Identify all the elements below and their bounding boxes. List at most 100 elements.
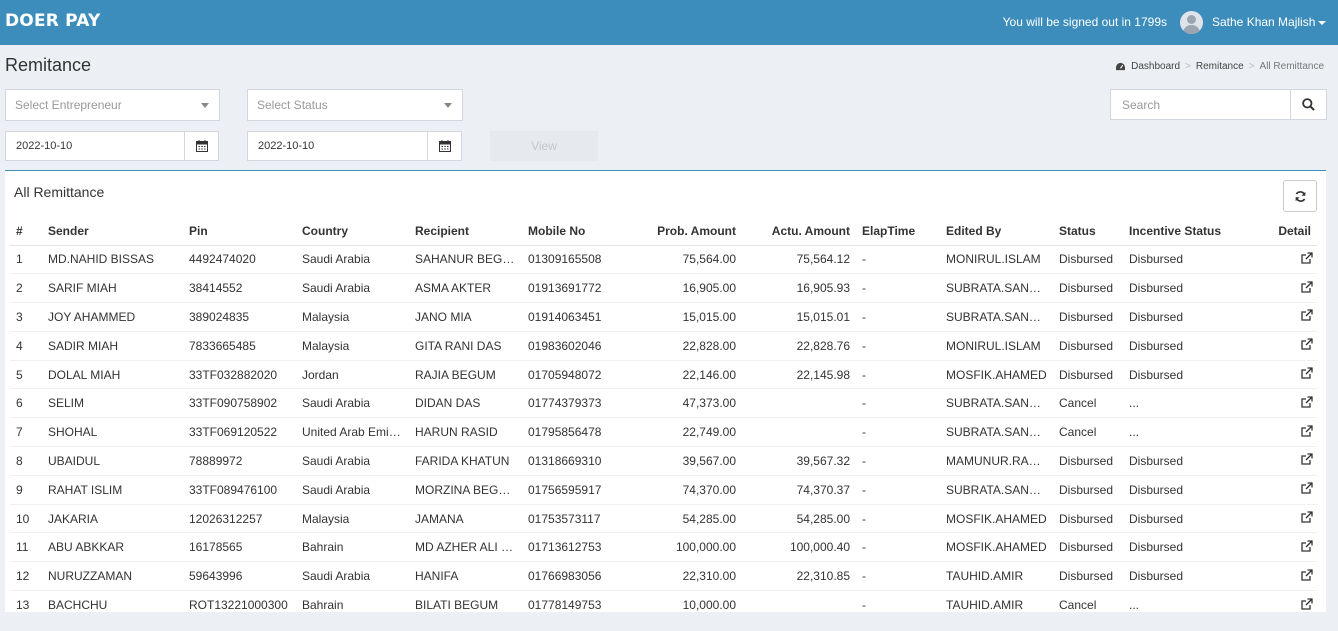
external-link-icon[interactable] bbox=[1301, 482, 1313, 494]
col-header-prob-amount[interactable]: Prob. Amount bbox=[614, 217, 742, 246]
cell-recipient: JANO MIA bbox=[409, 302, 522, 332]
external-link-icon[interactable] bbox=[1301, 598, 1313, 610]
cell-mobile-no: 01318669310 bbox=[522, 446, 614, 476]
cell-actu-amount bbox=[742, 417, 856, 447]
col-header-sender[interactable]: Sender bbox=[42, 217, 183, 246]
cell-elap-time: - bbox=[856, 330, 940, 361]
cell-detail bbox=[1261, 446, 1317, 476]
cell-actu-amount bbox=[742, 388, 856, 418]
col-header-edited-by[interactable]: Edited By bbox=[940, 217, 1053, 246]
cell-row-index: 8 bbox=[10, 446, 42, 476]
external-link-icon[interactable] bbox=[1301, 540, 1313, 552]
col-header-pin[interactable]: Pin bbox=[183, 217, 296, 246]
external-link-icon[interactable] bbox=[1301, 281, 1313, 293]
cell-pin: 78889972 bbox=[183, 446, 296, 476]
select-entrepreneur[interactable]: Select Entrepreneur bbox=[5, 89, 220, 121]
cell-country: Bahrain bbox=[296, 532, 409, 562]
cell-actu-amount: 16,905.93 bbox=[742, 273, 856, 303]
cell-prob-amount: 54,285.00 bbox=[614, 503, 742, 533]
cell-pin: 7833665485 bbox=[183, 330, 296, 361]
col-header-mobile[interactable]: Mobile No bbox=[522, 217, 614, 246]
top-navbar: DOER PAY You will be signed out in 1799s… bbox=[0, 0, 1338, 45]
cell-row-index: 4 bbox=[10, 330, 42, 361]
cell-recipient: RAJIA BEGUM bbox=[409, 359, 522, 389]
col-header-index[interactable]: # bbox=[10, 217, 42, 246]
cell-row-index: 7 bbox=[10, 417, 42, 447]
breadcrumb: Dashboard > Remitance > All Remittance bbox=[1115, 61, 1324, 72]
cell-country: Saudi Arabia bbox=[296, 244, 409, 274]
user-menu-name[interactable]: Sathe Khan Majlish bbox=[1212, 15, 1315, 29]
external-link-icon[interactable] bbox=[1301, 309, 1313, 322]
external-link-icon[interactable] bbox=[1301, 252, 1313, 264]
user-avatar[interactable] bbox=[1180, 11, 1203, 34]
cell-prob-amount: 47,373.00 bbox=[614, 388, 742, 418]
table-row: 2 SARIF MIAH 38414552 Saudi Arabia ASMA AKTE… bbox=[10, 273, 1317, 303]
search-input[interactable]: Search bbox=[1110, 89, 1291, 120]
cell-pin: 33TF069120522 bbox=[183, 417, 296, 447]
col-header-status[interactable]: Status bbox=[1053, 217, 1123, 246]
external-link-icon[interactable] bbox=[1301, 396, 1313, 408]
cell-pin: 33TF090758902 bbox=[183, 388, 296, 418]
cell-status: Disbursed bbox=[1053, 532, 1123, 562]
from-date-input[interactable]: 2022-10-10 bbox=[5, 131, 185, 161]
col-header-recipient[interactable]: Recipient bbox=[409, 217, 522, 246]
cell-actu-amount: 100,000.40 bbox=[742, 532, 856, 562]
table-row: 1 MD.NAHID BISSAS 4492474020 Saudi Arabia SA… bbox=[10, 244, 1317, 274]
cell-incentive-status: Disbursed bbox=[1123, 330, 1261, 361]
cell-mobile-no: 01713612753 bbox=[522, 532, 614, 562]
col-header-elaptime[interactable]: ElapTime bbox=[856, 217, 940, 246]
cell-prob-amount: 74,370.00 bbox=[614, 474, 742, 505]
cell-country: Malaysia bbox=[296, 302, 409, 332]
from-date-calendar-button[interactable] bbox=[184, 131, 219, 161]
cell-detail bbox=[1261, 561, 1317, 591]
cell-row-index: 10 bbox=[10, 503, 42, 533]
cell-status: Disbursed bbox=[1053, 244, 1123, 274]
cell-sender: UBAIDUL bbox=[42, 446, 183, 476]
caret-down-icon[interactable] bbox=[1318, 21, 1326, 25]
calendar-icon bbox=[195, 140, 208, 152]
dashboard-icon bbox=[1116, 62, 1126, 71]
cell-actu-amount: 22,828.76 bbox=[742, 330, 856, 361]
breadcrumb-dashboard[interactable]: Dashboard bbox=[1131, 61, 1180, 72]
col-header-country[interactable]: Country bbox=[296, 217, 409, 246]
brand-logo[interactable]: DOER PAY bbox=[5, 11, 101, 31]
cell-detail bbox=[1261, 388, 1317, 418]
external-link-icon[interactable] bbox=[1301, 569, 1313, 581]
cell-row-index: 6 bbox=[10, 388, 42, 418]
col-header-actu-amount[interactable]: Actu. Amount bbox=[742, 217, 856, 246]
cell-pin: 16178565 bbox=[183, 532, 296, 562]
dropdown-arrow-icon bbox=[201, 103, 209, 108]
external-link-icon[interactable] bbox=[1301, 425, 1313, 437]
to-date-input[interactable]: 2022-10-10 bbox=[247, 131, 428, 161]
cell-sender: NURUZZAMAN bbox=[42, 561, 183, 591]
external-link-icon[interactable] bbox=[1301, 338, 1313, 350]
external-link-icon[interactable] bbox=[1301, 453, 1313, 466]
cell-country: Saudi Arabia bbox=[296, 273, 409, 303]
cell-country: Saudi Arabia bbox=[296, 474, 409, 505]
view-button[interactable]: View bbox=[490, 131, 598, 161]
col-header-incentive-status[interactable]: Incentive Status bbox=[1123, 217, 1261, 246]
refresh-button[interactable] bbox=[1283, 180, 1317, 212]
external-link-icon[interactable] bbox=[1301, 367, 1313, 379]
cell-pin: 12026312257 bbox=[183, 503, 296, 533]
cell-prob-amount: 22,310.00 bbox=[614, 561, 742, 591]
cell-country: Malaysia bbox=[296, 503, 409, 533]
cell-pin: 33TF089476100 bbox=[183, 474, 296, 505]
breadcrumb-separator: > bbox=[1185, 61, 1191, 72]
breadcrumb-remitance[interactable]: Remitance bbox=[1196, 61, 1244, 72]
cell-status: Disbursed bbox=[1053, 330, 1123, 361]
cell-incentive-status: Disbursed bbox=[1123, 532, 1261, 562]
cell-recipient: SAHANUR BEGUM bbox=[409, 244, 522, 274]
select-status[interactable]: Select Status bbox=[247, 89, 463, 121]
cell-recipient: ASMA AKTER bbox=[409, 273, 522, 303]
table-row: 8 UBAIDUL 78889972 Saudi Arabia FARIDA KHATU… bbox=[10, 446, 1317, 476]
table-row: 5 DOLAL MIAH 33TF032882020 Jordan RAJIA BEGU… bbox=[10, 359, 1317, 389]
to-date-calendar-button[interactable] bbox=[427, 131, 462, 161]
panel-title: All Remittance bbox=[14, 184, 105, 200]
search-button[interactable] bbox=[1290, 89, 1327, 120]
cell-incentive-status: ... bbox=[1123, 388, 1261, 418]
external-link-icon[interactable] bbox=[1301, 511, 1313, 523]
cell-edited-by: MONIRUL.ISLAM bbox=[940, 244, 1053, 274]
page-title: Remitance bbox=[5, 55, 92, 75]
cell-country: Malaysia bbox=[296, 330, 409, 361]
